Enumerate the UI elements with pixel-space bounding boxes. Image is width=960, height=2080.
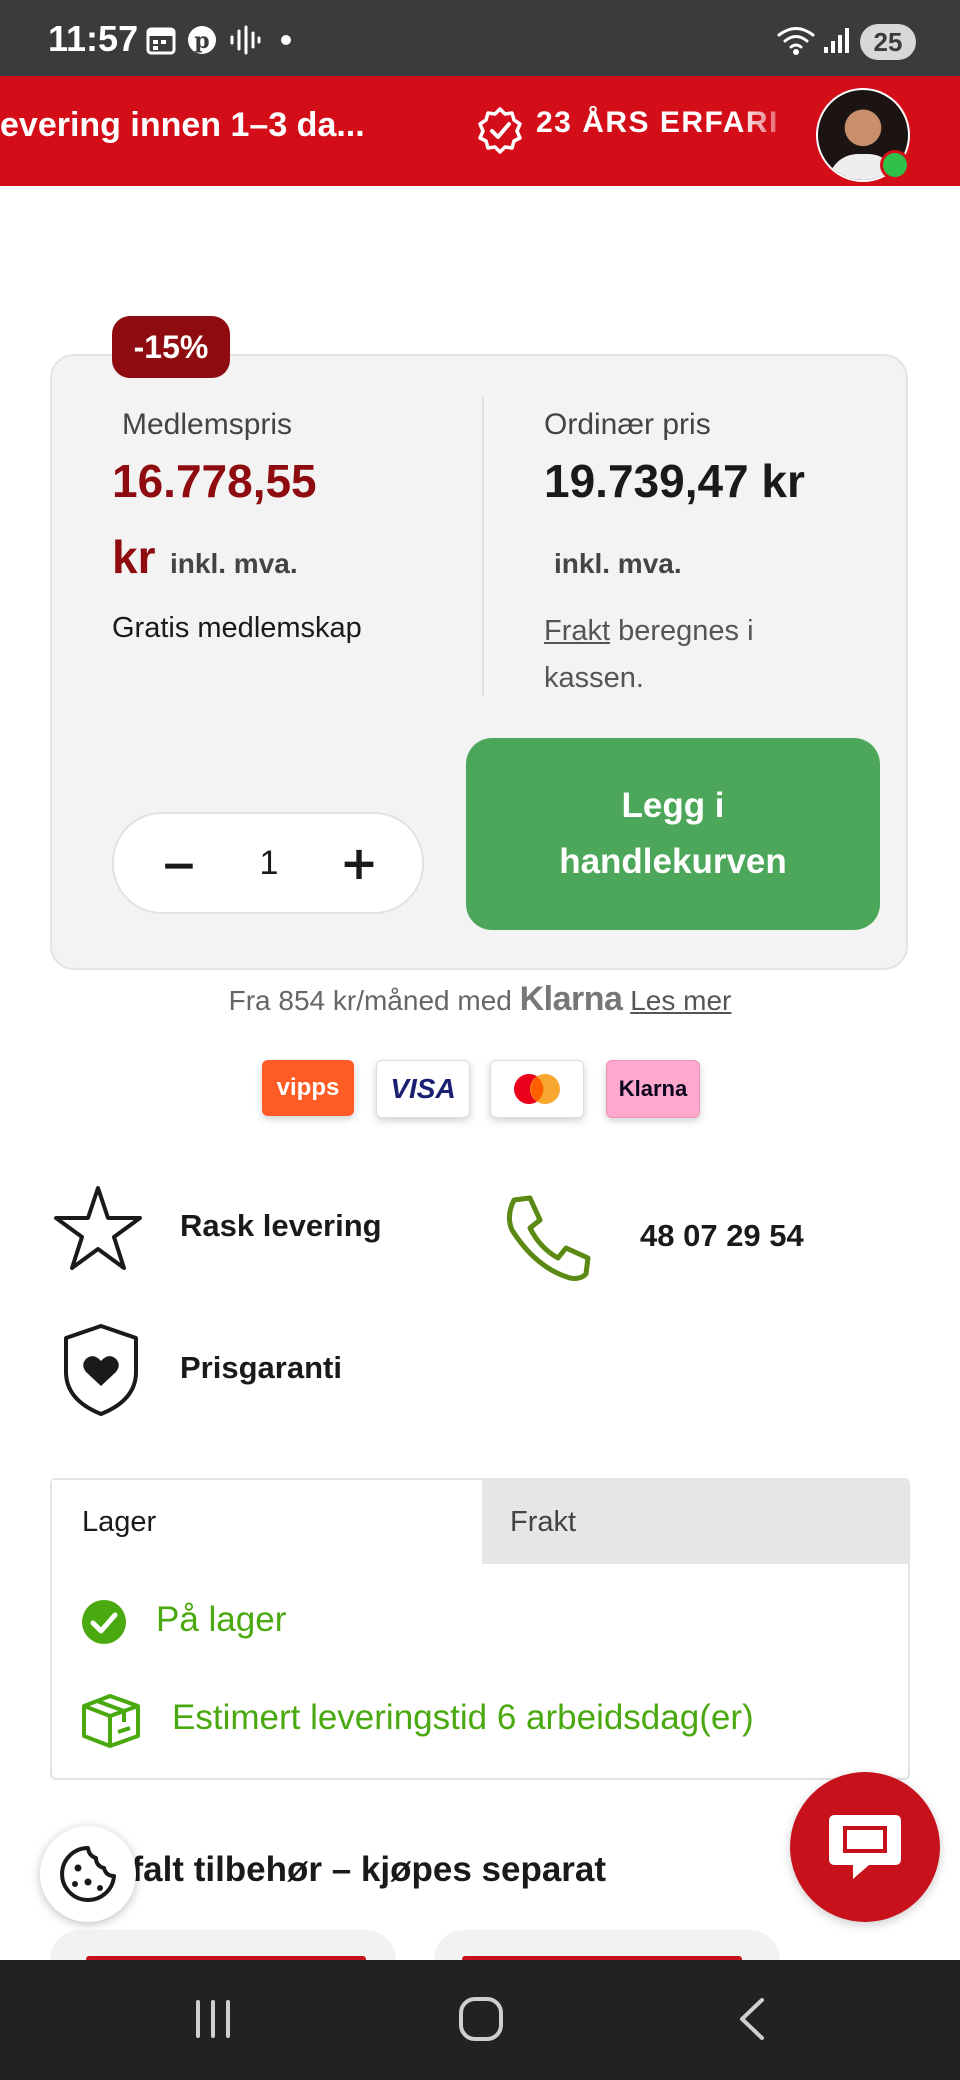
back-icon[interactable]	[734, 1994, 770, 2048]
stock-status: På lager	[156, 1600, 287, 1639]
chat-bubble-icon	[829, 1815, 901, 1879]
signal-icon	[822, 22, 852, 58]
tab-lager[interactable]: Lager	[52, 1480, 482, 1564]
shipping-note: Frakt beregnes i kassen.	[544, 608, 814, 702]
recent-apps-icon[interactable]	[190, 1996, 236, 2046]
add-to-cart-label: Legg i handlekurven	[559, 786, 787, 881]
chat-button[interactable]	[790, 1772, 940, 1922]
system-navigation-bar	[0, 1960, 960, 2080]
member-price-label: Medlemspris	[122, 408, 293, 441]
accessories-title: efalt tilbehør – kjøpes separat	[112, 1850, 607, 1889]
shipping-link[interactable]: Frakt	[544, 615, 610, 647]
notification-dot-icon	[280, 22, 292, 58]
ordinary-price: 19.739,47 kr	[544, 455, 805, 507]
quantity-increase-button[interactable]: +	[334, 836, 384, 890]
home-icon[interactable]	[458, 1994, 504, 2048]
shield-heart-icon	[56, 1320, 146, 1424]
visa-payment-logo: VISA	[376, 1060, 470, 1118]
klarna-logo-text: Klarna	[519, 980, 623, 1018]
phone-number[interactable]: 48 07 29 54	[640, 1218, 804, 1254]
vipps-payment-logo: vipps	[262, 1060, 354, 1116]
banner-delivery-text: evering innen 1–3 da...	[0, 106, 365, 144]
phone-icon[interactable]	[500, 1190, 596, 1290]
discount-badge: -15%	[112, 316, 230, 378]
add-to-cart-button[interactable]: Legg i handlekurven	[466, 738, 880, 930]
ordinary-price-label: Ordinær pris	[544, 408, 711, 441]
price-guarantee-label: Prisgaranti	[180, 1350, 342, 1385]
quantity-value[interactable]: 1	[244, 844, 294, 883]
pinterest-icon: p	[186, 22, 218, 58]
clock: 11:57	[48, 18, 139, 59]
member-price: 16.778,55	[112, 455, 317, 507]
klarna-payment-logo: Klarna	[606, 1060, 700, 1118]
cookie-icon	[60, 1846, 116, 1902]
klarna-installment-line: Fra 854 kr/måned med Klarna Les mer	[0, 980, 960, 1019]
ordinary-vat-label: inkl. mva.	[554, 548, 682, 579]
tab-frakt[interactable]: Frakt	[482, 1480, 908, 1564]
calendar-icon	[146, 22, 176, 58]
cookie-settings-button[interactable]	[40, 1826, 136, 1922]
battery-indicator: 25	[860, 24, 916, 60]
price-divider	[482, 396, 484, 696]
read-more-link[interactable]: Les mer	[630, 985, 731, 1016]
member-vat-label: inkl. mva.	[170, 548, 298, 579]
badge-check-icon	[476, 106, 524, 158]
free-membership-note: Gratis medlemskap	[112, 612, 362, 644]
wifi-icon	[776, 22, 816, 58]
quantity-stepper: − 1 +	[112, 812, 424, 914]
star-icon	[50, 1180, 146, 1280]
mastercard-payment-logo	[490, 1060, 584, 1118]
svg-text:p: p	[194, 28, 209, 54]
status-bar: 11:57 p 25	[0, 0, 960, 76]
banner-fade	[740, 76, 800, 186]
quantity-decrease-button[interactable]: −	[154, 840, 204, 891]
audio-wave-icon	[228, 22, 262, 58]
package-icon	[80, 1692, 142, 1754]
fast-delivery-label: Rask levering	[180, 1208, 382, 1243]
check-circle-icon	[80, 1598, 128, 1650]
member-price-currency: kr	[112, 531, 156, 583]
klarna-installment-text: Fra 854 kr/måned med	[228, 985, 512, 1016]
delivery-estimate: Estimert leveringstid 6 arbeidsdag(er)	[172, 1698, 754, 1737]
online-status-dot	[880, 150, 910, 180]
